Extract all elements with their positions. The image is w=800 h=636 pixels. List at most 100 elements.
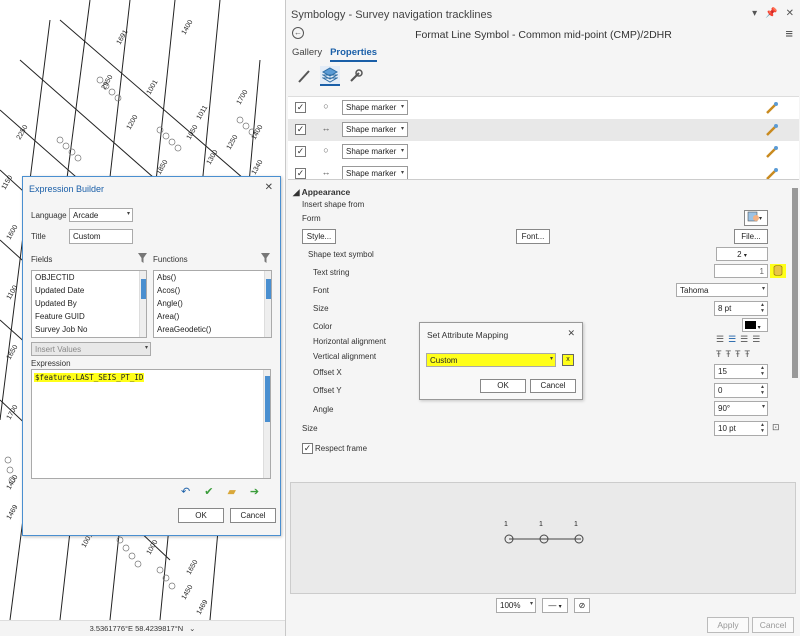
list-item[interactable]: OBJECTID xyxy=(32,271,146,284)
layer-visible-checkbox[interactable]: ✓ xyxy=(295,124,306,135)
paint-brush-icon[interactable] xyxy=(765,145,779,159)
font-dropdown[interactable]: Tahoma ▾ xyxy=(676,283,768,297)
horizontal-alignment-label: Horizontal alignment xyxy=(313,337,386,346)
layers-icon[interactable] xyxy=(320,66,340,86)
functions-list[interactable]: Abs() Acos() Angle() Area() AreaGeodetic… xyxy=(153,270,272,338)
functions-label: Functions xyxy=(153,255,188,264)
symbol-layer-row[interactable]: ✓ ↔ Shape marker ▾ xyxy=(288,163,799,180)
valign-center-icon[interactable]: Ŧ xyxy=(726,349,732,359)
ok-button[interactable]: OK xyxy=(178,508,224,523)
appearance-scrollbar[interactable] xyxy=(792,188,798,378)
valign-baseline-icon[interactable]: Ŧ xyxy=(735,349,741,359)
respect-frame-checkbox[interactable]: ✓ xyxy=(302,443,313,454)
menu-icon[interactable]: ≡ xyxy=(785,26,793,41)
style-button[interactable]: Style... xyxy=(302,229,336,244)
coordinate-dropdown-icon[interactable]: ⌄ xyxy=(189,624,195,633)
layer-visible-checkbox[interactable]: ✓ xyxy=(295,168,306,179)
paint-brush-icon[interactable] xyxy=(765,101,779,115)
list-item[interactable]: Feature GUID xyxy=(32,310,146,323)
color-picker[interactable]: ▾ xyxy=(742,318,768,332)
close-icon[interactable]: ✕ xyxy=(567,328,575,339)
layer-type-dropdown[interactable]: Shape marker ▾ xyxy=(342,122,408,137)
symbol-layer-row[interactable]: ✓ ○ Shape marker ▾ xyxy=(288,97,799,119)
symbol-layer-row[interactable]: ✓ ↔ Shape marker ▾ xyxy=(288,119,799,141)
size-options-icon[interactable]: ⊡ xyxy=(772,422,780,433)
expression-icon[interactable]: x xyxy=(562,354,574,366)
list-item[interactable]: AreaGeodetic() xyxy=(154,323,271,336)
form-dropdown[interactable]: ▾ xyxy=(744,210,768,226)
offset-x-input[interactable]: 15 ▲ ▼ xyxy=(714,364,768,379)
appearance-heading[interactable]: ◢ Appearance xyxy=(293,187,350,198)
apply-button[interactable]: Apply xyxy=(707,617,749,633)
paint-brush-icon[interactable] xyxy=(765,167,779,180)
fields-scrollbar[interactable] xyxy=(139,271,146,337)
pin-icon[interactable]: 📌 xyxy=(765,8,777,19)
paint-brush-icon[interactable] xyxy=(765,123,779,137)
shape-text-symbol-dropdown[interactable]: 2 ▾ xyxy=(716,247,768,261)
layer-type-dropdown[interactable]: Shape marker ▾ xyxy=(342,100,408,115)
verify-icon[interactable]: ✔ xyxy=(204,485,213,498)
list-item[interactable]: Survey Job No xyxy=(32,323,146,336)
background-dropdown[interactable]: — ▾ xyxy=(542,598,568,613)
filter-icon[interactable] xyxy=(261,253,270,263)
undo-icon[interactable]: ↶ xyxy=(181,485,190,498)
cancel-button[interactable]: Cancel xyxy=(230,508,276,523)
svg-text:1650: 1650 xyxy=(6,344,20,361)
symbol-layer-row[interactable]: ✓ ○ Shape marker ▾ xyxy=(288,141,799,163)
cancel-button[interactable]: Cancel xyxy=(752,617,794,633)
align-left-icon[interactable]: ☰ xyxy=(716,334,724,345)
brush-icon[interactable] xyxy=(294,66,314,86)
angle-input[interactable]: 90° ▾ xyxy=(714,401,768,416)
fields-list[interactable]: OBJECTID Updated Date Updated By Feature… xyxy=(31,270,147,338)
list-item[interactable]: Area() xyxy=(154,310,271,323)
list-item[interactable]: Acos() xyxy=(154,284,271,297)
align-justify-icon[interactable]: ☰ xyxy=(752,334,760,345)
respect-frame-label: Respect frame xyxy=(315,444,368,453)
zoom-dropdown[interactable]: 100% ▾ xyxy=(496,598,536,613)
grid-toggle-icon[interactable]: ⊘ xyxy=(574,598,590,613)
close-icon[interactable]: ✕ xyxy=(265,182,273,193)
expression-editor[interactable]: $feature.LAST_SEIS_PT_ID xyxy=(31,369,271,479)
list-item[interactable]: Abs() xyxy=(154,271,271,284)
wrench-icon[interactable] xyxy=(346,66,366,86)
insert-values-dropdown[interactable]: Insert Values ▾ xyxy=(31,342,151,356)
title-input[interactable]: Custom xyxy=(69,229,133,244)
layer-visible-checkbox[interactable]: ✓ xyxy=(295,146,306,157)
list-item[interactable]: Angle() xyxy=(154,297,271,310)
database-icon[interactable] xyxy=(770,264,786,278)
close-icon[interactable]: ✕ xyxy=(786,8,794,19)
cancel-button[interactable]: Cancel xyxy=(530,379,576,393)
coordinate-bar: 3.5361776°E 58.4239817°N ⌄ xyxy=(0,620,285,636)
offset-y-input[interactable]: 0 ▲ ▼ xyxy=(714,383,768,398)
apply-arrow-icon[interactable]: ➔ xyxy=(250,485,259,498)
align-right-icon[interactable]: ☰ xyxy=(740,334,748,345)
expression-scrollbar[interactable] xyxy=(263,370,270,478)
list-item[interactable]: Updated Date xyxy=(32,284,146,297)
layer-visible-checkbox[interactable]: ✓ xyxy=(295,102,306,113)
layer-type-dropdown[interactable]: Shape marker ▾ xyxy=(342,166,408,179)
font-button[interactable]: Font... xyxy=(516,229,550,244)
valign-bottom-icon[interactable]: Ŧ xyxy=(745,349,751,359)
language-dropdown[interactable]: Arcade ▾ xyxy=(69,208,133,222)
svg-text:1200: 1200 xyxy=(126,114,140,131)
size2-input[interactable]: 10 pt ▲ ▼ xyxy=(714,421,768,436)
dialog-title: Set Attribute Mapping xyxy=(427,330,509,340)
ok-button[interactable]: OK xyxy=(480,379,526,393)
file-button[interactable]: File... xyxy=(734,229,768,244)
align-center-icon[interactable]: ☰ xyxy=(728,334,736,345)
vertical-alignment-label: Vertical alignment xyxy=(313,352,377,361)
tab-properties[interactable]: Properties xyxy=(330,47,378,62)
size-input[interactable]: 8 pt ▲ ▼ xyxy=(714,301,768,316)
form-label: Form xyxy=(302,214,321,223)
open-folder-icon[interactable]: ▰ xyxy=(227,485,235,498)
attribute-dropdown[interactable]: Custom ▾ xyxy=(426,353,556,367)
text-string-input[interactable]: 1 xyxy=(714,264,768,278)
layer-type-dropdown[interactable]: Shape marker ▾ xyxy=(342,144,408,159)
pane-options-icon[interactable]: ▾ xyxy=(752,8,757,19)
list-item[interactable]: Updated By xyxy=(32,297,146,310)
tab-gallery[interactable]: Gallery xyxy=(292,47,322,62)
valign-top-icon[interactable]: Ŧ xyxy=(716,349,722,359)
functions-scrollbar[interactable] xyxy=(264,271,271,337)
filter-icon[interactable] xyxy=(138,253,147,263)
svg-text:1700: 1700 xyxy=(6,404,20,421)
